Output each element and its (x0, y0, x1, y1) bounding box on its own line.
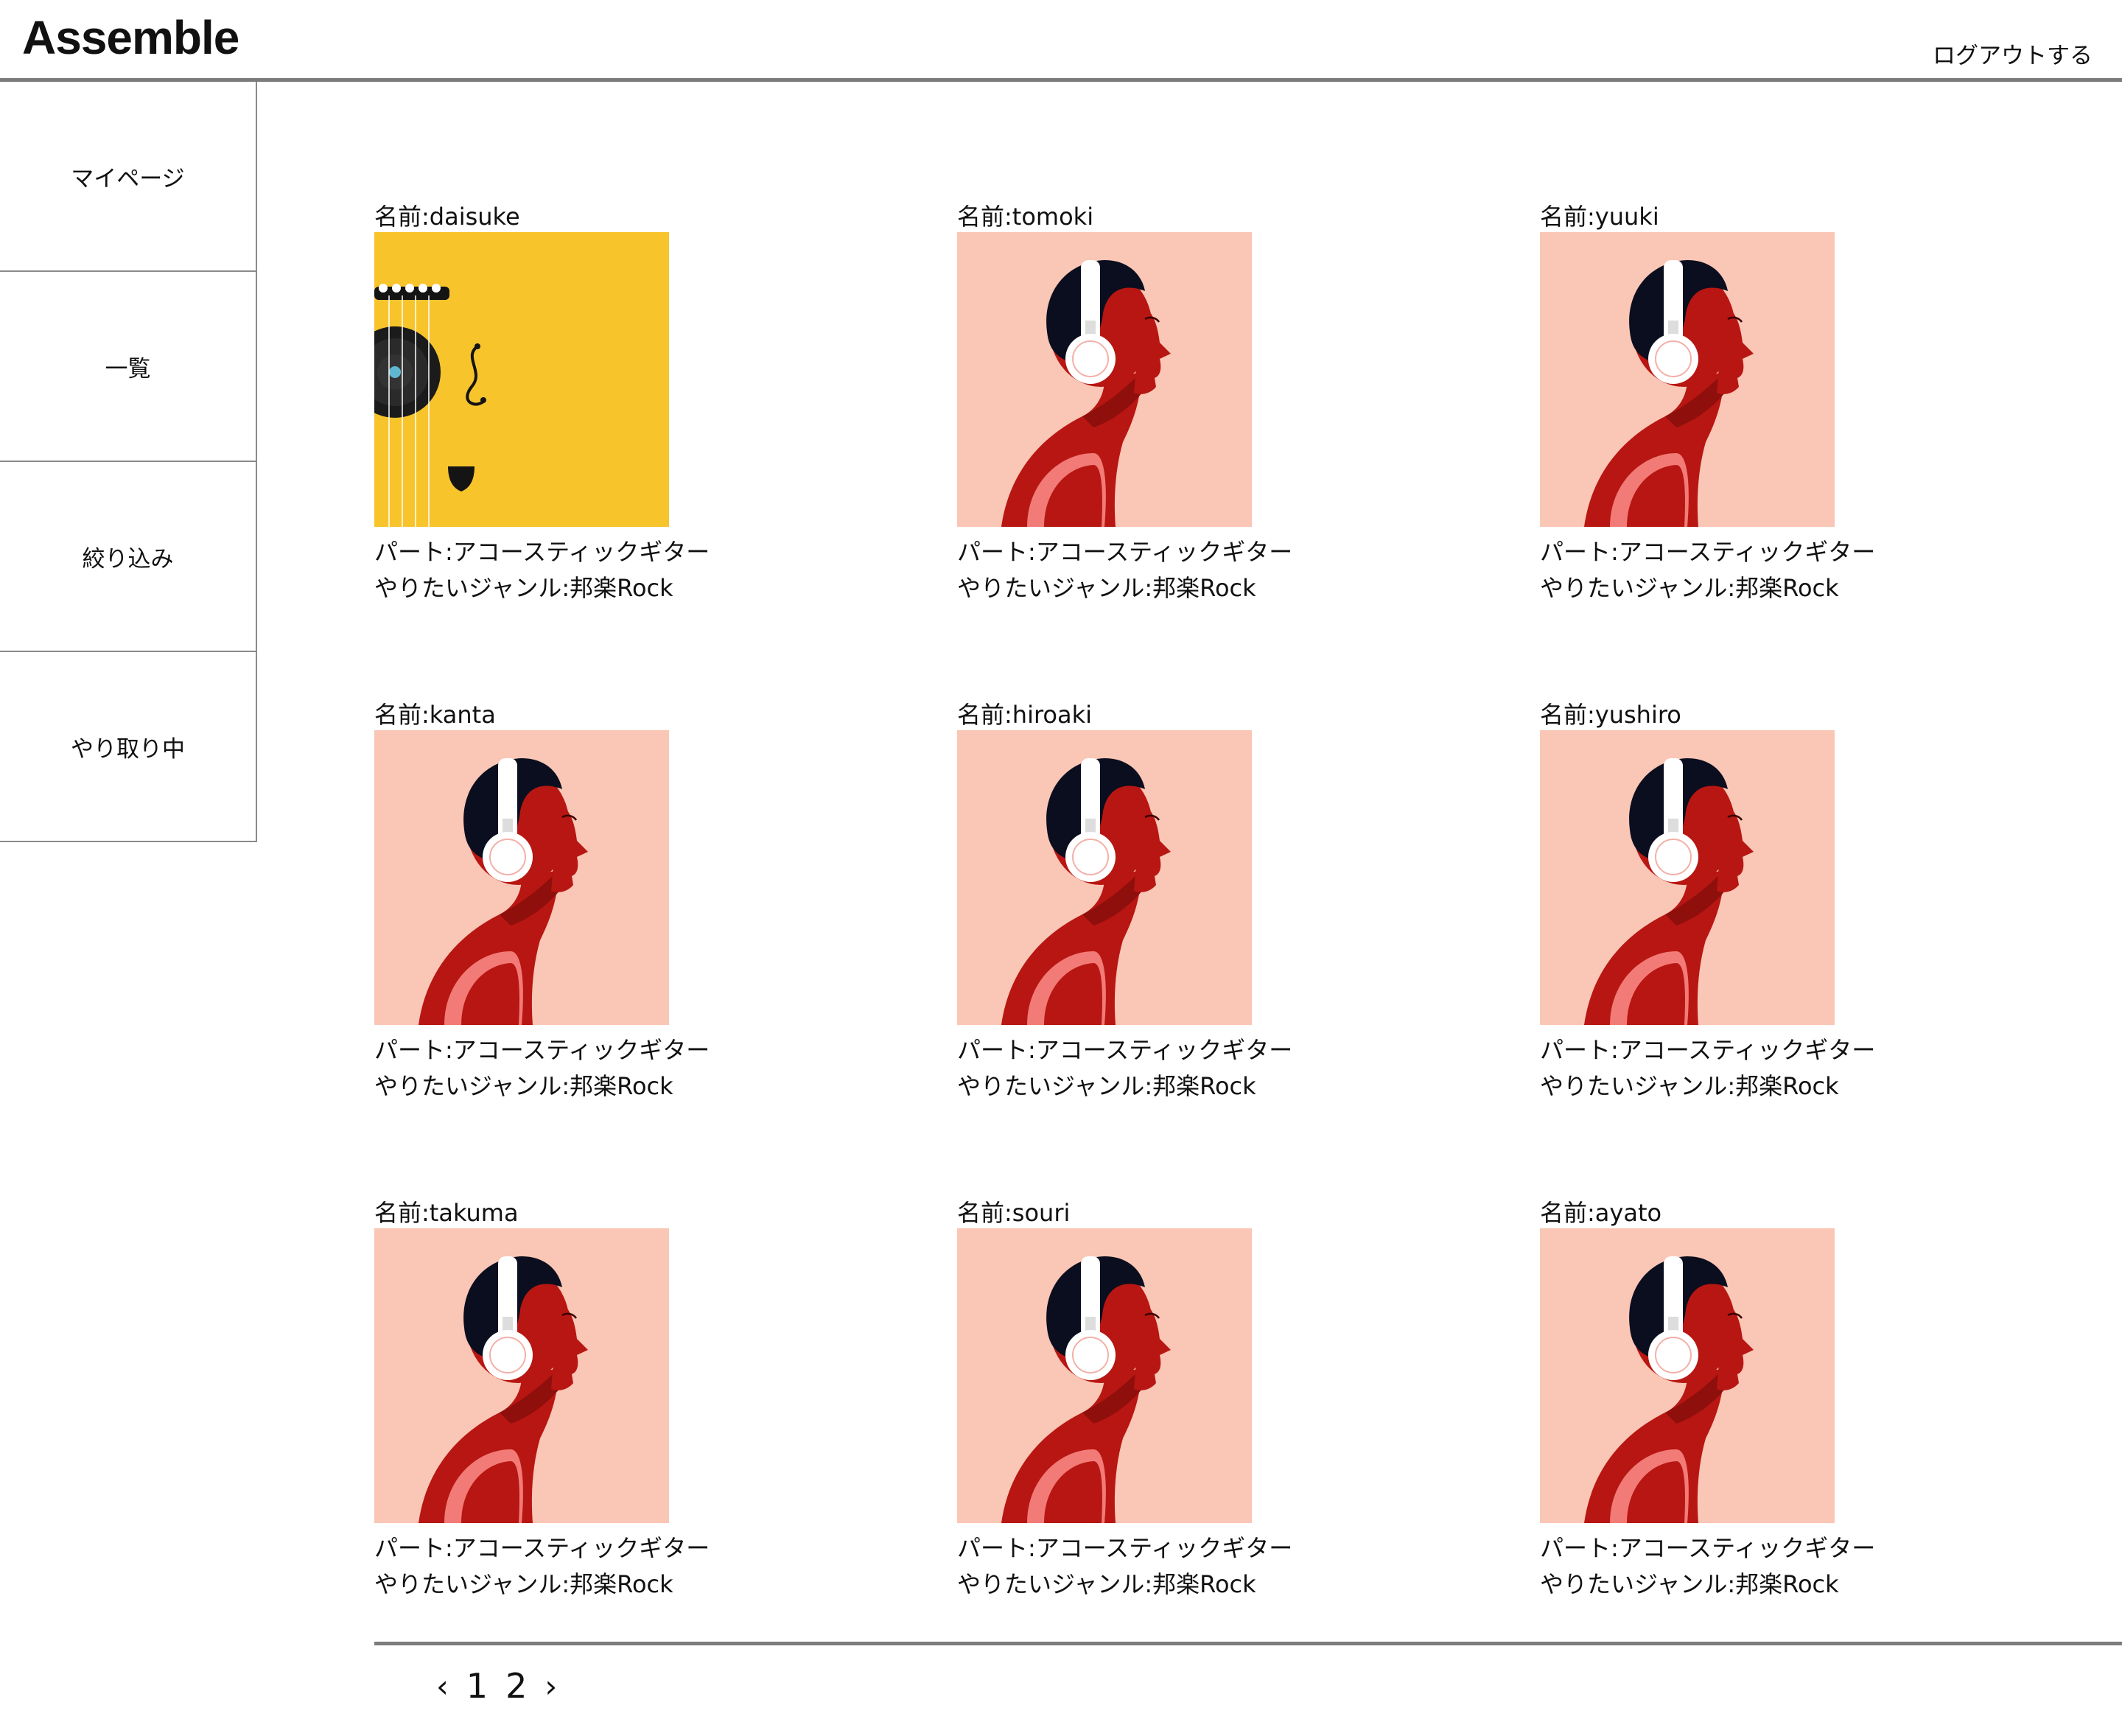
pagination: ‹ 1 2 › (427, 1664, 566, 1708)
user-part: パート:アコースティックギター (1540, 1534, 1876, 1562)
user-genre: やりたいジャンル:邦楽Rock (374, 1570, 673, 1598)
user-part: パート:アコースティックギター (957, 1534, 1293, 1562)
headphone-avatar-image[interactable] (1540, 730, 1835, 1025)
user-name: 名前:hiroaki (957, 701, 1093, 729)
user-info: パート:アコースティックギター やりたいジャンル:邦楽Rock (1540, 1530, 1953, 1603)
user-genre: やりたいジャンル:邦楽Rock (957, 574, 1256, 602)
user-info: パート:アコースティックギター やりたいジャンル:邦楽Rock (374, 1032, 787, 1105)
user-name: 名前:souri (957, 1199, 1071, 1227)
headphone-avatar-image[interactable] (957, 1228, 1252, 1523)
user-card[interactable]: 名前:souri パート:アコースティックギター やりたいジャンル:邦楽Rock (957, 1199, 1370, 1603)
user-card[interactable]: 名前:tomoki パート:アコースティックギター やりたいジャンル:邦楽Roc… (957, 203, 1370, 606)
user-genre: やりたいジャンル:邦楽Rock (1540, 1072, 1839, 1100)
user-genre: やりたいジャンル:邦楽Rock (1540, 574, 1839, 602)
user-info: パート:アコースティックギター やりたいジャンル:邦楽Rock (1540, 534, 1953, 606)
headphone-avatar-image[interactable] (957, 730, 1252, 1025)
pagination-divider (374, 1642, 2122, 1645)
user-name: 名前:yuuki (1540, 203, 1659, 231)
user-name: 名前:daisuke (374, 203, 520, 231)
sidebar-nav: マイページ 一覧 絞り込み やり取り中 (0, 82, 257, 842)
user-part: パート:アコースティックギター (374, 1036, 710, 1064)
user-genre: やりたいジャンル:邦楽Rock (957, 1072, 1256, 1100)
user-card[interactable]: 名前:kanta パート:アコースティックギター やりたいジャンル:邦楽Rock (374, 701, 787, 1105)
user-part: パート:アコースティックギター (374, 1534, 710, 1562)
user-part: パート:アコースティックギター (374, 538, 710, 566)
top-header: Assemble ログアウトする (0, 0, 2122, 82)
user-name: 名前:tomoki (957, 203, 1094, 231)
headphone-avatar-image[interactable] (374, 1228, 669, 1523)
headphone-avatar-image[interactable] (1540, 1228, 1835, 1523)
user-genre: やりたいジャンル:邦楽Rock (957, 1570, 1256, 1598)
user-info: パート:アコースティックギター やりたいジャンル:邦楽Rock (957, 1032, 1370, 1105)
page-link-1[interactable]: 1 (458, 1666, 497, 1706)
guitar-avatar-image[interactable] (374, 232, 669, 527)
user-name: 名前:kanta (374, 701, 496, 729)
user-genre: やりたいジャンル:邦楽Rock (374, 574, 673, 602)
app-logo[interactable]: Assemble (22, 10, 239, 65)
next-page-button[interactable]: › (536, 1668, 566, 1704)
logout-link[interactable]: ログアウトする (1933, 37, 2093, 70)
sidebar-item-mypage[interactable]: マイページ (0, 82, 256, 272)
sidebar-item-in-progress[interactable]: やり取り中 (0, 652, 256, 841)
user-name: 名前:yushiro (1540, 701, 1681, 729)
user-card[interactable]: 名前:takuma パート:アコースティックギター やりたいジャンル:邦楽Roc… (374, 1199, 787, 1603)
user-card[interactable]: 名前:yushiro パート:アコースティックギター やりたいジャンル:邦楽Ro… (1540, 701, 1953, 1105)
headphone-avatar-image[interactable] (1540, 232, 1835, 527)
user-part: パート:アコースティックギター (1540, 1036, 1876, 1064)
page-link-2[interactable]: 2 (497, 1666, 536, 1706)
user-card[interactable]: 名前:yuuki パート:アコースティックギター やりたいジャンル:邦楽Rock (1540, 203, 1953, 606)
user-part: パート:アコースティックギター (957, 538, 1293, 566)
user-info: パート:アコースティックギター やりたいジャンル:邦楽Rock (374, 1530, 787, 1603)
sidebar-item-list[interactable]: 一覧 (0, 272, 256, 462)
user-genre: やりたいジャンル:邦楽Rock (374, 1072, 673, 1100)
user-info: パート:アコースティックギター やりたいジャンル:邦楽Rock (1540, 1032, 1953, 1105)
user-genre: やりたいジャンル:邦楽Rock (1540, 1570, 1839, 1598)
user-info: パート:アコースティックギター やりたいジャンル:邦楽Rock (957, 534, 1370, 606)
sidebar-item-filter[interactable]: 絞り込み (0, 462, 256, 652)
headphone-avatar-image[interactable] (374, 730, 669, 1025)
user-part: パート:アコースティックギター (1540, 538, 1876, 566)
prev-page-button[interactable]: ‹ (427, 1668, 458, 1704)
headphone-avatar-image[interactable] (957, 232, 1252, 527)
user-info: パート:アコースティックギター やりたいジャンル:邦楽Rock (957, 1530, 1370, 1603)
user-card[interactable]: 名前:hiroaki パート:アコースティックギター やりたいジャンル:邦楽Ro… (957, 701, 1370, 1105)
user-part: パート:アコースティックギター (957, 1036, 1293, 1064)
user-name: 名前:ayato (1540, 1199, 1662, 1227)
user-card[interactable]: 名前:ayato パート:アコースティックギター やりたいジャンル:邦楽Rock (1540, 1199, 1953, 1603)
user-info: パート:アコースティックギター やりたいジャンル:邦楽Rock (374, 534, 787, 606)
user-name: 名前:takuma (374, 1199, 519, 1227)
user-card[interactable]: 名前:daisuke パート:アコースティックギター やりたいジャンル:邦楽Ro… (374, 203, 787, 606)
